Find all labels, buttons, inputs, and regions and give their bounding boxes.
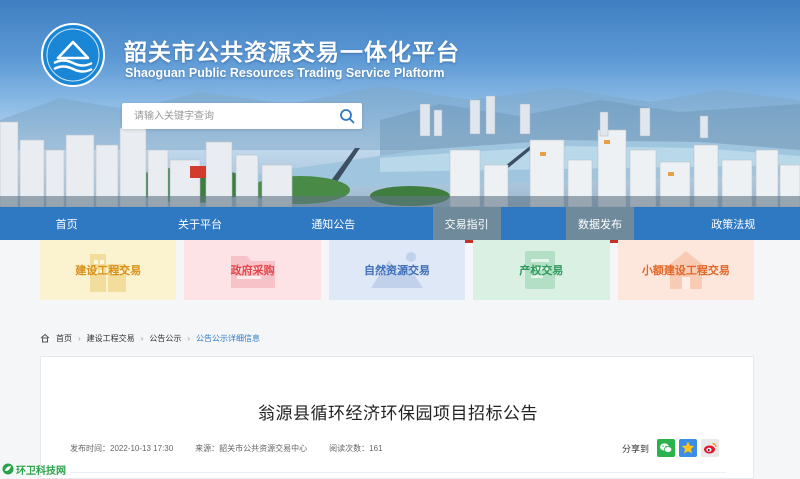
breadcrumb-notices[interactable]: 公告公示 xyxy=(149,333,181,344)
nav-item-guide[interactable]: 交易指引 xyxy=(400,207,533,240)
category-procurement[interactable]: 政府采购 xyxy=(184,240,321,300)
chevron-right-icon: › xyxy=(187,333,191,343)
article-source: 来源：韶关市公共资源交易中心 xyxy=(195,444,308,453)
search-icon xyxy=(340,109,355,124)
meta-divider xyxy=(70,472,726,473)
category-label: 小额建设工程交易 xyxy=(641,265,730,277)
category-label: 政府采购 xyxy=(230,265,275,277)
city-skyline-image xyxy=(0,86,800,207)
nav-item-policy[interactable]: 政策法规 xyxy=(667,207,800,240)
category-bar: 建设工程交易 政府采购 自然资源交易 产权交易 小额建设工程交易 xyxy=(40,240,755,300)
category-label: 自然资源交易 xyxy=(364,265,431,277)
site-title: 韶关市公共资源交易一体化平台 xyxy=(124,39,460,65)
breadcrumb-construction[interactable]: 建设工程交易 xyxy=(87,333,135,344)
nav-label: 关于平台 xyxy=(177,218,222,231)
search-box xyxy=(122,103,362,129)
main-nav: 首页 关于平台 通知公告 交易指引 数据发布 政策法规 xyxy=(0,207,800,240)
category-label: 建设工程交易 xyxy=(75,265,142,277)
logo[interactable] xyxy=(40,22,106,88)
category-natural-resources[interactable]: 自然资源交易 xyxy=(328,240,466,300)
breadcrumb-current: 公告公示详细信息 xyxy=(196,333,261,343)
breadcrumb: 首页 › 建设工程交易 › 公告公示 › 公告公示详细信息 xyxy=(40,331,260,345)
share-bar: 分享到 xyxy=(622,439,720,457)
nav-item-data[interactable]: 数据发布 xyxy=(533,207,666,240)
share-weibo-button[interactable] xyxy=(701,439,720,457)
article-meta: 发布时间：2022-10-13 17:30 来源：韶关市公共资源交易中心 阅读次… xyxy=(70,443,383,454)
wechat-icon xyxy=(657,439,676,457)
category-label: 产权交易 xyxy=(519,265,564,277)
share-label: 分享到 xyxy=(622,443,650,454)
share-qzone-button[interactable] xyxy=(679,439,698,457)
chevron-right-icon: › xyxy=(78,333,81,343)
nav-label: 首页 xyxy=(55,218,78,231)
nav-item-home[interactable]: 首页 xyxy=(0,207,133,240)
view-count: 阅读次数：161 xyxy=(329,444,383,453)
nav-label: 数据发布 xyxy=(565,207,634,240)
breadcrumb-home[interactable]: 首页 xyxy=(56,333,72,344)
header-banner: 韶关市公共资源交易一体化平台 Shaoguan Public Resources… xyxy=(0,0,800,207)
search-button[interactable] xyxy=(332,103,362,129)
chevron-right-icon: › xyxy=(140,333,144,343)
river-mountain-logo-icon xyxy=(41,23,105,87)
watermark-text: 环卫科技网 xyxy=(16,465,66,477)
share-wechat-button[interactable] xyxy=(657,439,676,457)
home-icon xyxy=(40,333,50,343)
article-title: 翁源县循环经济环保园项目招标公告 xyxy=(258,404,538,423)
weibo-icon xyxy=(701,439,720,457)
publish-time: 发布时间：2022-10-13 17:30 xyxy=(70,444,174,453)
category-property-rights[interactable]: 产权交易 xyxy=(473,240,610,300)
leaf-logo-icon xyxy=(2,463,14,475)
article-card: 翁源县循环经济环保园项目招标公告 发布时间：2022-10-13 17:30 来… xyxy=(40,356,754,479)
qzone-icon xyxy=(679,439,698,457)
category-construction[interactable]: 建设工程交易 xyxy=(40,240,177,300)
nav-item-notices[interactable]: 通知公告 xyxy=(267,207,400,240)
watermark: 环卫科技网 xyxy=(2,461,66,477)
nav-label: 政策法规 xyxy=(711,218,756,231)
category-small-construction[interactable]: 小额建设工程交易 xyxy=(617,240,755,300)
site-subtitle: Shaoguan Public Resources Trading Servic… xyxy=(125,66,445,80)
search-input[interactable] xyxy=(122,104,332,128)
nav-label: 交易指引 xyxy=(432,207,501,240)
nav-label: 通知公告 xyxy=(311,218,356,231)
nav-item-about[interactable]: 关于平台 xyxy=(133,207,266,240)
